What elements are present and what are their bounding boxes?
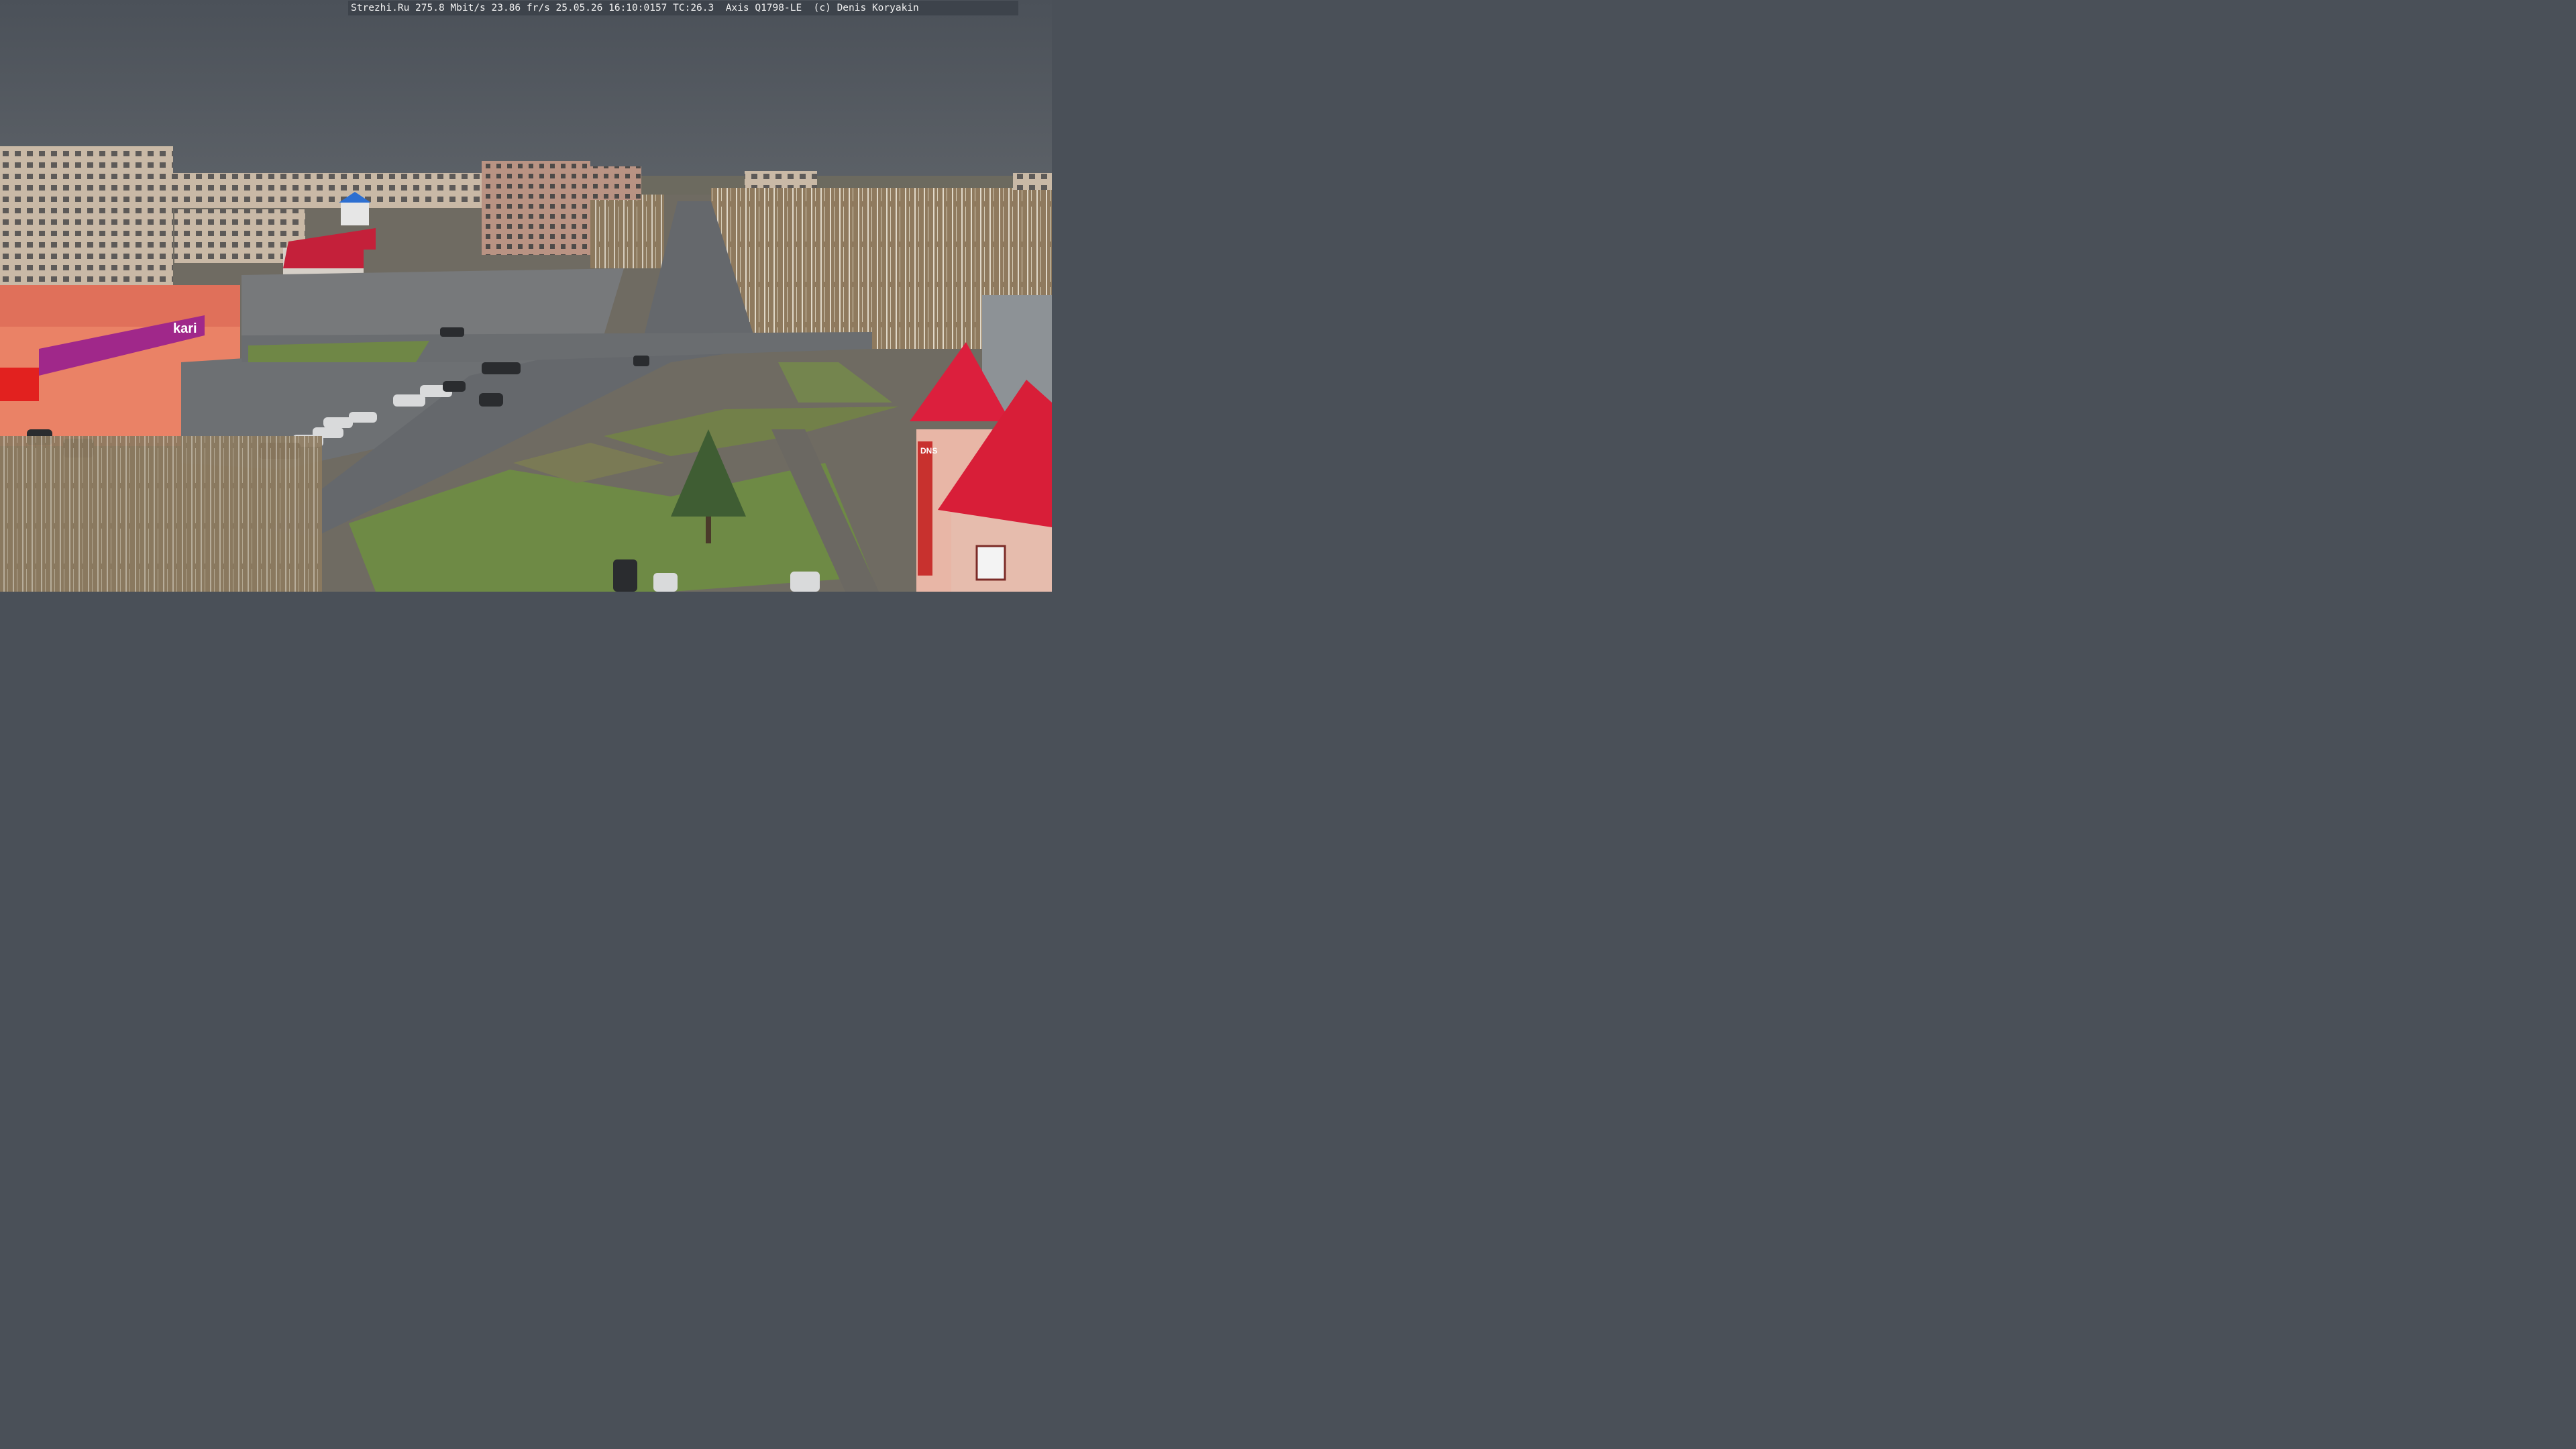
red-corner-block (0, 368, 39, 401)
brick-tower-side (590, 166, 641, 200)
panel-building-far (173, 173, 482, 208)
kari-sign: kari (173, 321, 197, 336)
pine-trunk (706, 517, 711, 543)
central-square (241, 268, 624, 335)
blue-roof-tower (341, 201, 369, 225)
dns-sign-panel (918, 441, 932, 576)
panel-building-far-right-2 (1013, 173, 1052, 190)
camera-info-overlay: Strezhi.Ru 275.8 Mbit/s 23.86 fr/s 25.05… (348, 1, 1018, 15)
brick-tower-building (482, 161, 590, 255)
dns-window (975, 545, 1006, 581)
panel-building-far-right (745, 171, 817, 188)
foreground-birches (0, 436, 322, 592)
dns-sign: DNS (920, 446, 937, 455)
tree-belt-avenue (590, 195, 664, 268)
camera-scene: kari DNS (0, 0, 1052, 592)
